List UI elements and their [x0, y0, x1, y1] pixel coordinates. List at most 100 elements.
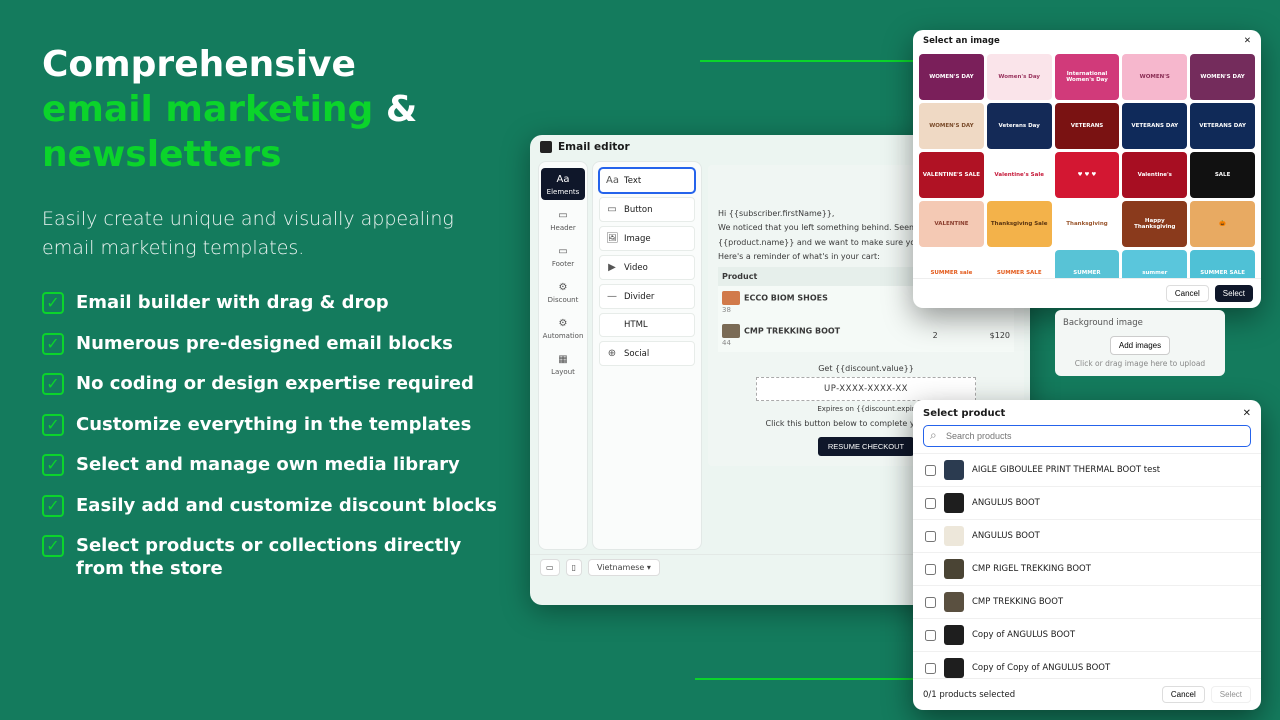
resume-checkout-button[interactable]: RESUME CHECKOUT — [818, 437, 914, 456]
product-search-input[interactable] — [923, 425, 1251, 447]
feature-text: Select and manage own media library — [76, 454, 460, 477]
image-tile[interactable]: VETERANS — [1055, 103, 1120, 149]
element-social[interactable]: ⊕ Social — [599, 341, 695, 366]
element-divider[interactable]: —Divider — [599, 284, 695, 309]
rail-label: Automation — [543, 332, 584, 340]
product-name: CMP RIGEL TREKKING BOOT — [972, 564, 1091, 574]
product-thumb-icon — [944, 625, 964, 645]
element-html[interactable]: HTML — [599, 313, 695, 337]
image-tile[interactable]: VALENTINE'S SALE — [919, 152, 984, 198]
element-icon: ▭ — [606, 204, 618, 215]
element-label: Video — [624, 263, 648, 273]
rail-automation[interactable]: ⚙ Automation — [541, 312, 585, 344]
image-tile[interactable]: Valentine's — [1122, 152, 1187, 198]
product-row[interactable]: Copy of Copy of ANGULUS BOOT — [913, 651, 1261, 678]
image-tile[interactable]: Veterans Day — [987, 103, 1052, 149]
product-thumb-icon — [944, 493, 964, 513]
element-label: Social — [624, 349, 649, 359]
product-thumb-icon — [944, 592, 964, 612]
image-tile[interactable]: VALENTINE — [919, 201, 984, 247]
rail-icon: ▭ — [556, 244, 570, 258]
rail-label: Discount — [548, 296, 579, 304]
image-tile[interactable]: SALE — [1190, 152, 1255, 198]
image-tile[interactable]: Happy Thanksgiving — [1122, 201, 1187, 247]
mobile-preview-icon[interactable]: ▯ — [566, 559, 582, 576]
product-name: ANGULUS BOOT — [972, 531, 1040, 541]
image-tile[interactable]: Thanksgiving — [1055, 201, 1120, 247]
image-tile[interactable]: WOMEN'S — [1122, 54, 1187, 100]
rail-header[interactable]: ▭Header — [541, 204, 585, 236]
product-thumb-icon — [944, 559, 964, 579]
image-tile[interactable]: Thanksgiving Sale — [987, 201, 1052, 247]
feature-item: ✓ Select and manage own media library — [42, 454, 502, 477]
check-icon: ✓ — [42, 535, 64, 557]
product-row[interactable]: ANGULUS BOOT — [913, 519, 1261, 552]
image-tile[interactable]: WOMEN'S DAY — [919, 54, 984, 100]
language-select[interactable]: Vietnamese ▾ — [588, 559, 660, 576]
feature-item: ✓Easily add and customize discount block… — [42, 495, 502, 518]
element-text[interactable]: AaText — [599, 168, 695, 193]
product-checkbox[interactable] — [925, 663, 936, 674]
product-row[interactable]: AIGLE GIBOULEE PRINT THERMAL BOOT test — [913, 453, 1261, 486]
feature-text: No coding or design expertise required — [76, 373, 474, 396]
connector-arrow-bottom — [695, 610, 935, 680]
editor-side-rail: AaElements ▭Header ▭ Footer ⚙ Discount ⚙ Automa… — [538, 161, 588, 550]
rail-icon: Aa — [556, 172, 570, 186]
element-button[interactable]: ▭Button — [599, 197, 695, 222]
add-images-button[interactable]: Add images — [1110, 336, 1170, 355]
image-tile[interactable]: WOMEN'S DAY — [919, 103, 984, 149]
rail-layout[interactable]: ▦Layout — [541, 348, 585, 380]
element-video[interactable]: ▶Video — [599, 255, 695, 280]
image-tile[interactable]: SUMMER sale — [919, 250, 984, 278]
close-icon[interactable]: ✕ — [1243, 408, 1251, 419]
element-label: HTML — [624, 320, 648, 330]
image-tile[interactable]: summer — [1122, 250, 1187, 278]
product-checkbox[interactable] — [925, 564, 936, 575]
image-tile[interactable]: Women's Day — [987, 54, 1052, 100]
image-tile[interactable]: VETERANS DAY — [1122, 103, 1187, 149]
rail-elements[interactable]: AaElements — [541, 168, 585, 200]
product-thumb-icon — [722, 324, 740, 338]
image-tile[interactable]: Valentine's Sale — [987, 152, 1052, 198]
rail-icon: ⚙ — [556, 280, 570, 294]
product-row[interactable]: Copy of ANGULUS BOOT — [913, 618, 1261, 651]
rail-icon: ⚙ — [556, 316, 570, 330]
image-tile[interactable]: VETERANS DAY — [1190, 103, 1255, 149]
product-checkbox[interactable] — [925, 465, 936, 476]
check-icon: ✓ — [42, 454, 64, 476]
image-select-button[interactable]: Select — [1215, 285, 1253, 302]
product-checkbox[interactable] — [925, 498, 936, 509]
close-icon[interactable]: ✕ — [1244, 36, 1251, 46]
product-row[interactable]: CMP RIGEL TREKKING BOOT — [913, 552, 1261, 585]
product-picker-dialog: Select product ✕ AIGLE GIBOULEE PRINT TH… — [913, 400, 1261, 710]
feature-text: Customize everything in the templates — [76, 414, 471, 437]
product-row[interactable]: CMP TREKKING BOOT — [913, 585, 1261, 618]
product-select-button[interactable]: Select — [1211, 686, 1251, 703]
image-tile[interactable]: WOMEN'S DAY — [1190, 54, 1255, 100]
product-row[interactable]: ANGULUS BOOT — [913, 486, 1261, 519]
product-checkbox[interactable] — [925, 531, 936, 542]
image-tile[interactable]: SUMMER — [1055, 250, 1120, 278]
product-checkbox[interactable] — [925, 597, 936, 608]
feature-item: ✓Numerous pre-designed email blocks — [42, 333, 502, 356]
image-tile[interactable]: International Women's Day — [1055, 54, 1120, 100]
image-tile[interactable]: 🎃 — [1190, 201, 1255, 247]
image-tile[interactable]: ♥ ♥ ♥ — [1055, 152, 1120, 198]
image-cancel-button[interactable]: Cancel — [1166, 285, 1209, 302]
image-tile[interactable]: SUMMER SALE — [1190, 250, 1255, 278]
product-cancel-button[interactable]: Cancel — [1162, 686, 1205, 703]
product-checkbox[interactable] — [925, 630, 936, 641]
check-icon: ✓ — [42, 292, 64, 314]
rail-discount[interactable]: ⚙ Discount — [541, 276, 585, 308]
product-thumb-icon — [944, 658, 964, 678]
image-tile[interactable]: SUMMER SALE — [987, 250, 1052, 278]
element-icon: ⊕ — [606, 348, 618, 359]
rail-footer[interactable]: ▭ Footer — [541, 240, 585, 272]
feature-item: ✓Email builder with drag & drop — [42, 292, 502, 315]
desktop-preview-icon[interactable]: ▭ — [540, 559, 560, 576]
product-thumb-icon — [722, 291, 740, 305]
rail-label: Footer — [552, 260, 574, 268]
element-icon: 🖼 — [606, 233, 618, 244]
bg-image-label: Background image — [1063, 318, 1217, 328]
element-image[interactable]: 🖼Image — [599, 226, 695, 251]
